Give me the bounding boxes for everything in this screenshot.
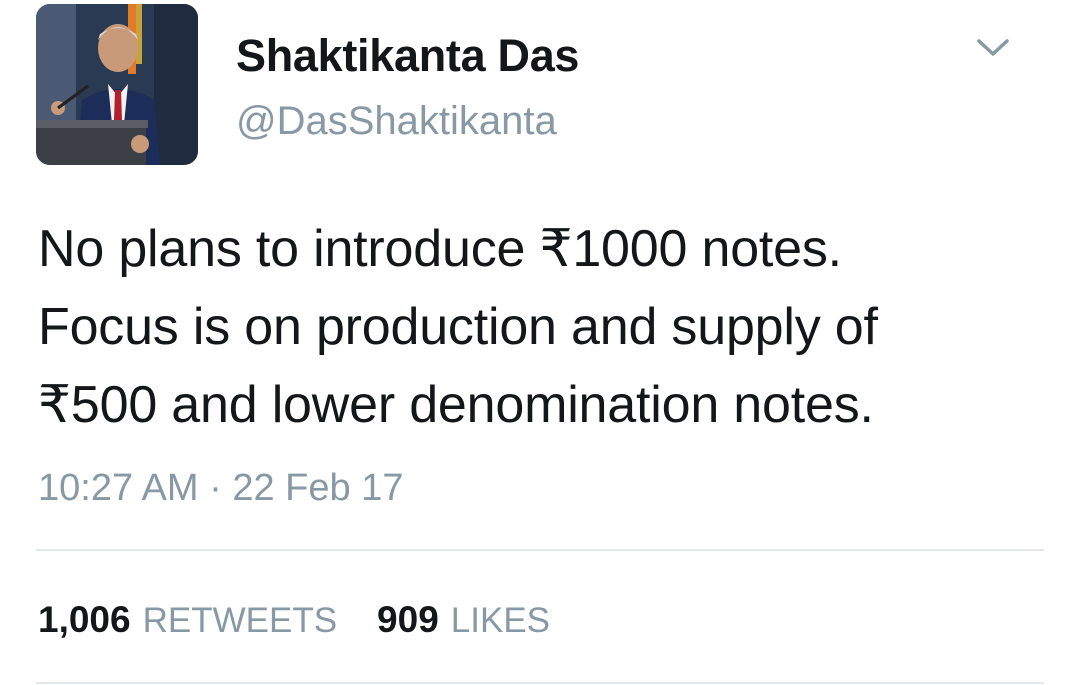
tweet-text-line: Focus is on production and supply of: [38, 298, 878, 356]
likes-stat[interactable]: 909 LIKES: [377, 597, 550, 644]
tweet-stats: 1,006 RETWEETS 909 LIKES: [38, 597, 590, 644]
tweet-text-line: ₹500 and lower denomination notes.: [38, 376, 874, 434]
divider: [36, 549, 1044, 551]
like-label: LIKES: [450, 601, 551, 640]
retweets-stat[interactable]: 1,006 RETWEETS: [38, 597, 337, 644]
divider: [36, 682, 1044, 684]
tweet-time: 10:27 AM: [38, 467, 199, 509]
tweet-author: Shaktikanta Das @DasShaktikanta: [236, 28, 579, 146]
chevron-down-icon: [977, 39, 1009, 56]
retweet-label: RETWEETS: [142, 601, 338, 640]
display-name[interactable]: Shaktikanta Das: [236, 28, 579, 84]
tweet-timestamp[interactable]: 10:27 AM · 22 Feb 17: [38, 465, 403, 511]
user-handle[interactable]: @DasShaktikanta: [236, 96, 579, 146]
tweet-menu-button[interactable]: [972, 28, 1014, 68]
retweet-count: 1,006: [38, 599, 131, 640]
tweet-text: No plans to introduce ₹1000 notes. Focus…: [38, 210, 1048, 444]
avatar[interactable]: [36, 4, 198, 165]
like-count: 909: [377, 599, 439, 640]
tweet-text-line: No plans to introduce ₹1000 notes.: [38, 220, 842, 278]
tweet-detail: Shaktikanta Das @DasShaktikanta No plans…: [0, 0, 1080, 685]
tweet-date: 22 Feb 17: [232, 467, 404, 509]
timestamp-separator: ·: [209, 467, 222, 509]
avatar-photo: [36, 4, 198, 165]
